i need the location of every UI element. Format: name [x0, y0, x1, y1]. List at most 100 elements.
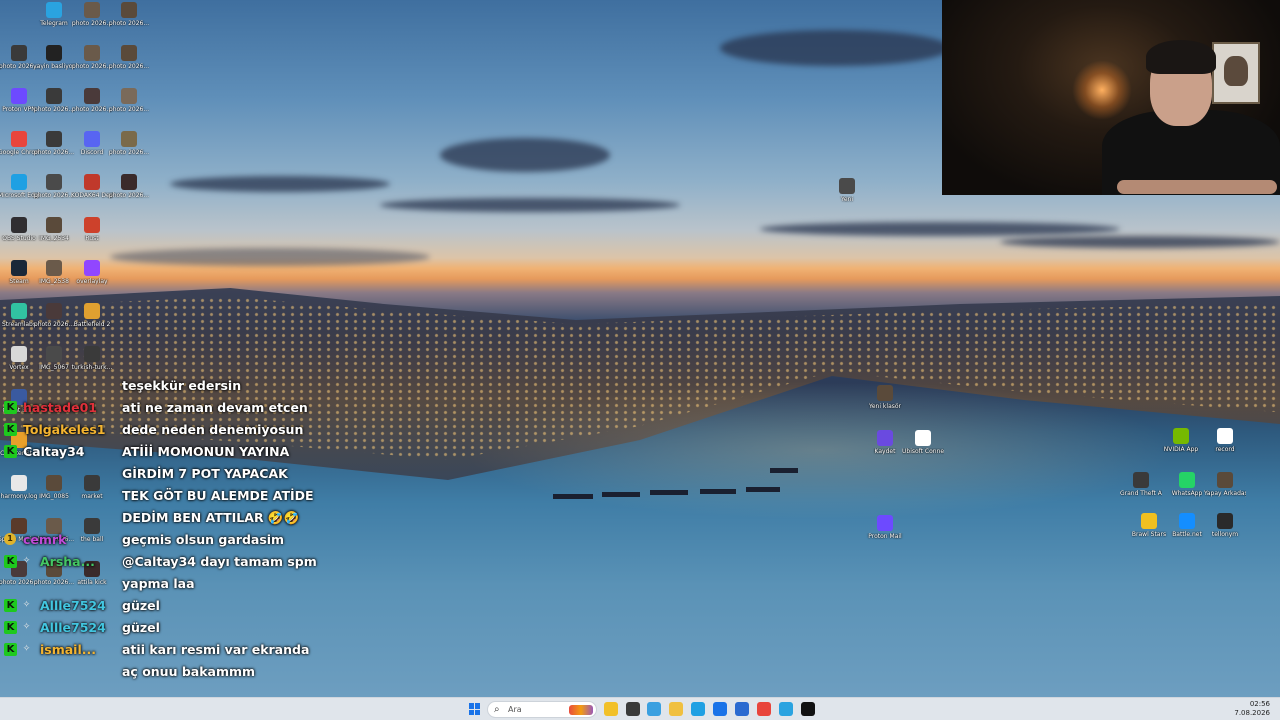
chat-username[interactable]: Tolgakeles1 — [23, 421, 105, 439]
desktop-icon[interactable]: record — [1204, 428, 1246, 453]
desktop-icon[interactable]: turkish-turk... — [71, 346, 113, 371]
chat-message: yapma laa — [0, 574, 320, 594]
desktop-icon[interactable]: photo 2026... — [108, 45, 150, 70]
wallpaper-cloud — [1000, 236, 1280, 248]
desktop-icon-label: IMG_2538 — [39, 278, 69, 285]
taskbar: ⌕ Ara 02:56 7.08.2026 — [0, 697, 1280, 720]
file-explorer-icon[interactable] — [604, 702, 618, 716]
chat-message-text: GİRDİM 7 POT YAPACAK — [122, 466, 288, 481]
desktop-icon[interactable]: NVIDIA App — [1160, 428, 1202, 453]
desktop-icon[interactable]: photo 2026... — [71, 2, 113, 27]
edge-icon[interactable] — [691, 702, 705, 716]
desktop-icon[interactable]: photo 2026... — [108, 174, 150, 199]
chat-message-text: güzel — [122, 598, 160, 613]
desktop-icon[interactable]: photo 2026... — [71, 88, 113, 113]
streamlabs-icon — [11, 303, 27, 319]
desktop-icon[interactable]: Proton Mail — [864, 515, 906, 540]
chat-username[interactable]: Allle7524 — [40, 619, 106, 637]
desktop-icon-label: photo 2026... — [108, 63, 150, 70]
taskbar-search[interactable]: ⌕ Ara — [487, 701, 597, 718]
gift-badge-icon: 1 — [4, 533, 16, 545]
photo-icon — [46, 217, 62, 233]
desktop-icon[interactable]: Battle.net — [1166, 513, 1208, 538]
desktop-icon[interactable]: Yeni — [826, 178, 868, 203]
copilot-icon[interactable] — [647, 702, 661, 716]
desktop-icon[interactable]: IMG_2534 — [33, 217, 75, 242]
taskbar-clock[interactable]: 02:56 7.08.2026 — [1234, 700, 1270, 718]
desktop-icon-label: photo 2026... — [33, 321, 75, 328]
desktop-icon-label: photo 2026... — [108, 106, 150, 113]
desktop-icon[interactable]: Telegram — [33, 2, 75, 27]
desktop-icon[interactable]: KODAK64 Desktop — [71, 174, 113, 199]
kick-badge-icon: K — [4, 555, 17, 568]
desktop-icon[interactable]: photo 2026... — [33, 303, 75, 328]
chat-username[interactable]: cemrk — [23, 531, 66, 549]
desktop-icon[interactable]: Grand Theft Auto V — [1120, 472, 1162, 497]
desktop-icon[interactable]: Brawl Stars — [1128, 513, 1170, 538]
desktop-icon[interactable]: Yapay Arkadaş — [1204, 472, 1246, 497]
capcut-icon[interactable] — [801, 702, 815, 716]
desktop-icon-label: Kaydet — [874, 448, 896, 455]
mail-icon[interactable] — [735, 702, 749, 716]
game-icon — [84, 303, 100, 319]
desktop-icon[interactable]: photo 2026... — [108, 88, 150, 113]
desktop-icon[interactable]: Battlefield 2 — [71, 303, 113, 328]
chat-username[interactable]: Caltay34 — [23, 443, 84, 461]
desktop-icon[interactable]: photo 2026... — [108, 2, 150, 27]
desktop-icon-label: photo 2026... — [108, 192, 150, 199]
chat-message: teşekkür edersin — [0, 376, 320, 396]
desktop-icon[interactable]: Kaydet — [864, 430, 906, 455]
desktop-icon[interactable]: photo 2026... — [33, 88, 75, 113]
start-button[interactable] — [469, 703, 481, 715]
chat-username[interactable]: hastade01 — [23, 399, 97, 417]
desktop-icon[interactable]: IMG_5067 — [33, 346, 75, 371]
desktop-icon[interactable]: Rust — [71, 217, 113, 242]
desktop-icon[interactable]: yayin basliyor — [33, 45, 75, 70]
photo-icon — [84, 45, 100, 61]
folder-icon[interactable] — [669, 702, 683, 716]
windows-logo-icon — [469, 703, 474, 709]
desktop-icon[interactable]: IMG_2538 — [33, 260, 75, 285]
store-icon[interactable] — [713, 702, 727, 716]
desktop-icon[interactable]: photo 2026... — [33, 174, 75, 199]
desktop-icon-label: overlaylay — [76, 278, 108, 285]
chat-username[interactable]: Allle7524 — [40, 597, 106, 615]
chat-message-text: aç onuu bakammm — [122, 664, 256, 679]
chat-message: K Tolgakeles1 dede neden denemiyosun — [0, 420, 320, 440]
desktop-icon[interactable]: photo 2026... — [71, 45, 113, 70]
desktop-icon[interactable]: Ubisoft Connect — [902, 430, 944, 455]
webcam-streamer-hair — [1146, 40, 1216, 74]
webcam-streamer-arm — [1117, 180, 1277, 194]
search-icon: ⌕ — [494, 704, 500, 715]
photo-icon — [46, 88, 62, 104]
photo-icon — [46, 303, 62, 319]
desktop-icon[interactable]: photo 2026... — [108, 131, 150, 156]
desktop-icon[interactable]: overlaylay — [71, 260, 113, 285]
telegram-icon[interactable] — [779, 702, 793, 716]
wallpaper-pier — [700, 489, 736, 494]
chat-message: K ✧ Arsha... @Caltay34 dayı tamam spm — [0, 552, 320, 572]
desktop-icon[interactable]: Discord — [71, 131, 113, 156]
chat-username[interactable]: Arsha... — [40, 553, 95, 571]
chat-message-text: geçmis olsun gardasim — [122, 532, 285, 547]
desktop-icon-label: tellonym — [1211, 531, 1239, 538]
chrome-icon[interactable] — [757, 702, 771, 716]
chat-message-text: @Caltay34 dayı tamam spm — [122, 554, 317, 569]
chat-message: K ✧ ismail... atii karı resmi var ekranda — [0, 640, 320, 660]
desktop-icon[interactable]: Yeni klasör — [864, 385, 906, 410]
chat-message-text: ati ne zaman devam etcen — [122, 400, 308, 415]
desktop-icon[interactable]: tellonym — [1204, 513, 1246, 538]
photo-icon — [46, 260, 62, 276]
photo-icon — [46, 131, 62, 147]
chat-username[interactable]: ismail... — [40, 641, 96, 659]
wallpaper-cloud — [720, 30, 950, 66]
task-view-icon[interactable] — [626, 702, 640, 716]
desktop-icon-label: Discord — [80, 149, 104, 156]
desktop-icon[interactable]: WhatsApp — [1166, 472, 1208, 497]
kick-badge-icon: K — [4, 599, 17, 612]
desktop-icon-label: photo 2026... — [33, 192, 75, 199]
desktop-icon-label: Telegram — [40, 20, 68, 27]
desktop-icon[interactable]: photo 2026... — [33, 131, 75, 156]
telegram-icon — [46, 2, 62, 18]
kick-badge-icon: K — [4, 445, 17, 458]
